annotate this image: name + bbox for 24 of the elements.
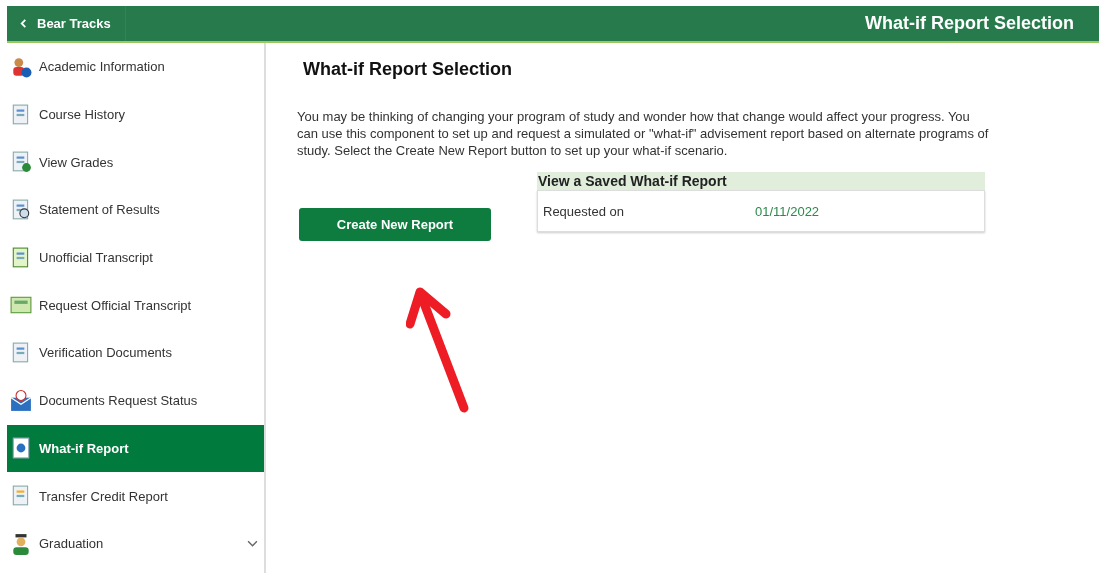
envelope-question-icon — [10, 389, 32, 412]
sidebar-item[interactable]: Graduation — [7, 519, 264, 568]
sidebar-item[interactable]: Academic Information — [7, 43, 264, 91]
page-title: What-if Report Selection — [865, 13, 1074, 34]
create-report-button[interactable]: Create New Report — [299, 208, 491, 241]
description-text: You may be thinking of changing your program of study and wonder how that change would affect your progress. You can use this component to set up and request a simulated or "what-if" advisement report based on alternate programs of study. Select the Create New Report button to set up your what-if scenario. — [297, 108, 989, 159]
document-grade-icon — [10, 151, 32, 174]
sidebar-item[interactable]: View Grades — [7, 138, 264, 187]
sidebar-item[interactable]: Transfer Credit Report — [7, 472, 264, 520]
sidebar-item[interactable]: What-if Report — [7, 424, 264, 473]
student-info-icon — [10, 55, 32, 78]
report-date-link[interactable]: 01/11/2022 — [755, 203, 820, 219]
sidebar-item[interactable]: Course History — [7, 90, 264, 139]
section-heading: What-if Report Selection — [303, 59, 513, 80]
graduate-icon — [10, 532, 32, 555]
sidebar-item[interactable]: Statement of Results — [7, 186, 264, 234]
sidebar-item[interactable]: Request Official Transcript — [7, 281, 264, 330]
chevron-left-icon — [19, 19, 28, 28]
sidebar-item[interactable]: Documents Request Status — [7, 376, 264, 425]
sidebar-item[interactable]: Unofficial Transcript — [7, 233, 264, 282]
requested-label: Requested on — [543, 203, 625, 219]
sidebar-item[interactable]: Verification Documents — [7, 329, 264, 377]
saved-report-heading: View a Saved What-if Report — [537, 172, 985, 190]
chart-search-icon — [10, 198, 32, 221]
